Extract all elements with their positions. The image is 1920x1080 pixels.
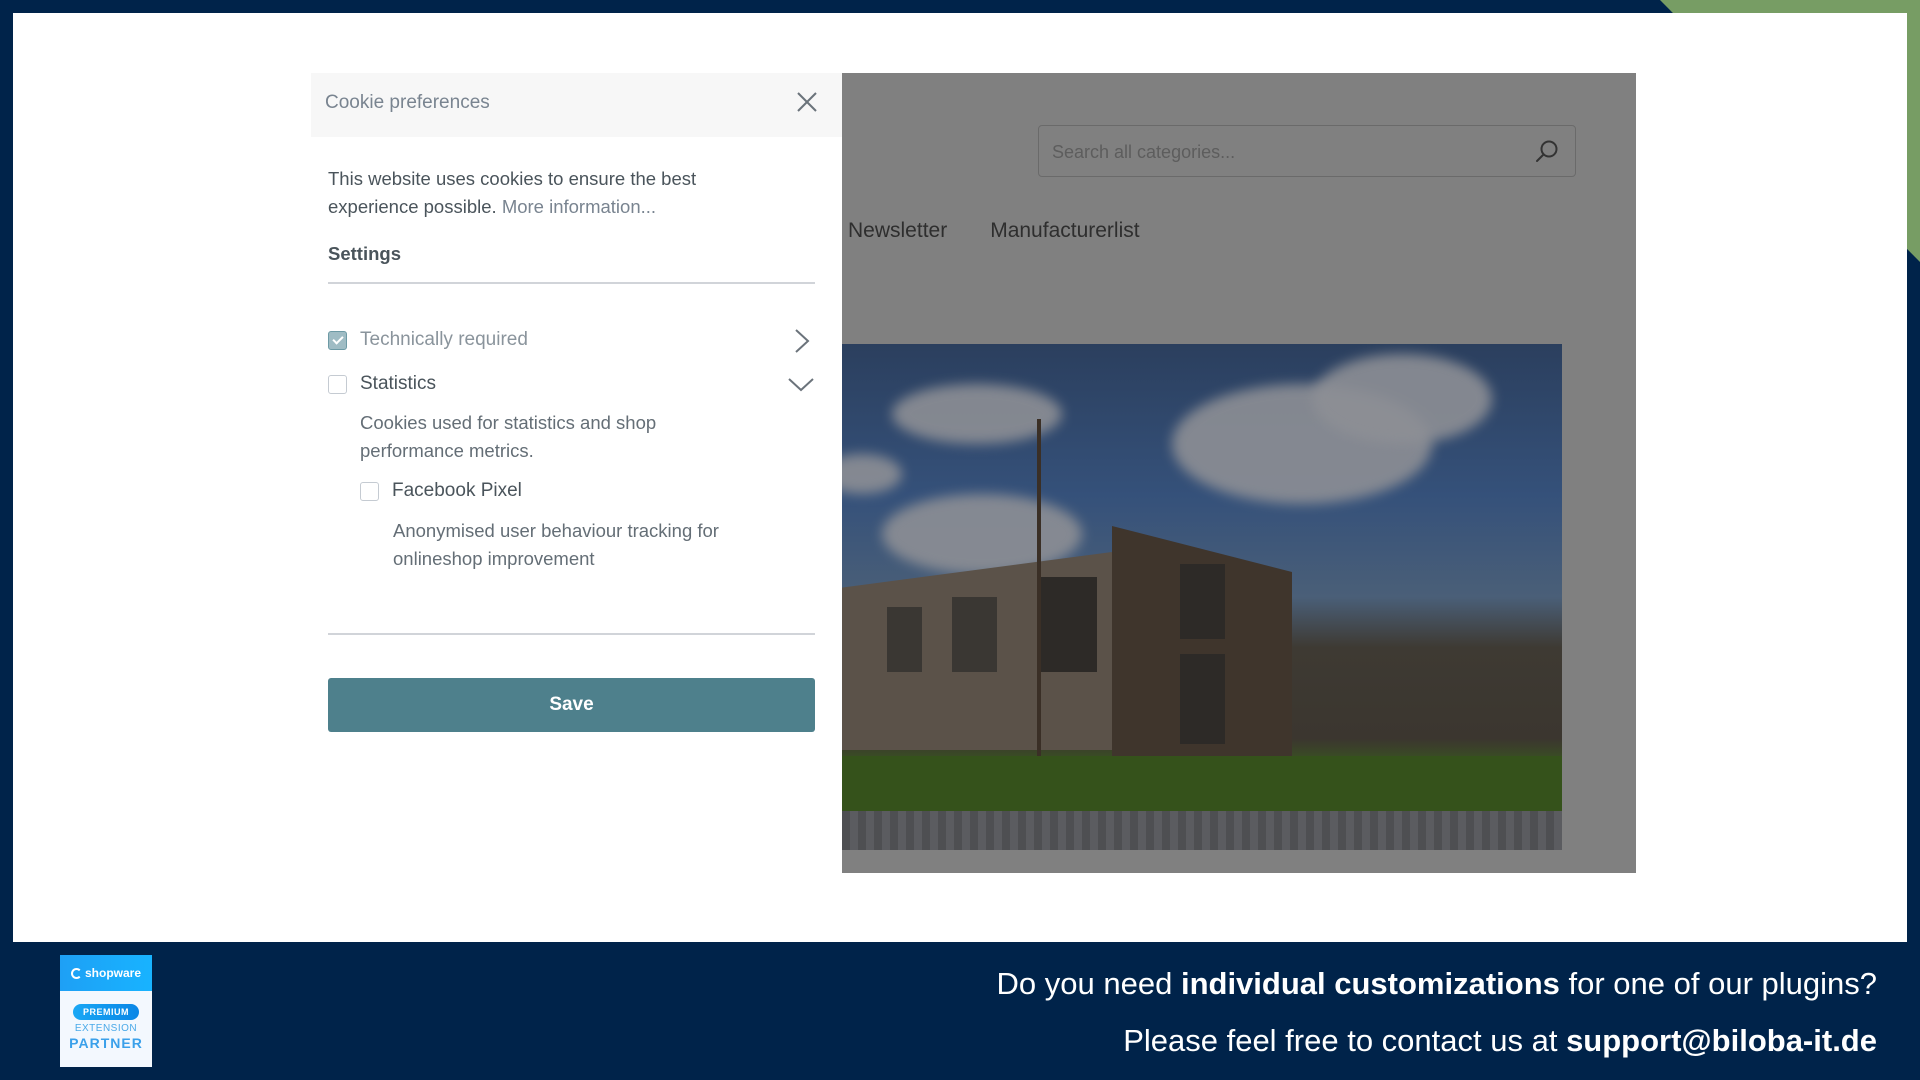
divider [328,282,815,284]
footer-contact-text: Please feel free to contact us at suppor… [1123,1023,1877,1059]
modal-header: Cookie preferences [311,73,842,137]
search-input[interactable]: Search all categories... [1038,125,1576,177]
statistics-checkbox[interactable] [328,375,347,394]
nav-item-manufacturerlist[interactable]: Manufacturerlist [990,219,1139,243]
footer-text: for one of our plugins? [1559,966,1878,1001]
divider [328,633,815,635]
footer-highlight: individual customizations [1180,966,1560,1001]
cookie-intro: This website uses cookies to ensure the … [328,165,768,221]
support-email[interactable]: support@biloba-it.de [1566,1023,1877,1058]
facebook-pixel-checkbox[interactable] [360,482,379,501]
search-placeholder: Search all categories... [1052,142,1236,162]
badge-line2: PARTNER [69,1035,143,1051]
shopware-partner-badge: shopware PREMIUM EXTENSION PARTNER [60,955,152,1067]
modal-title: Cookie preferences [325,92,490,113]
chevron-down-icon[interactable] [787,371,815,399]
footer-customization-text: Do you need individual customizations fo… [997,966,1877,1002]
technically-required-checkbox[interactable] [328,331,347,350]
lawn [842,756,1562,811]
badge-brand: shopware [84,966,141,980]
badge-line1: EXTENSION [74,1023,138,1034]
chevron-right-icon[interactable] [787,327,815,355]
nav-item-newsletter[interactable]: Newsletter [848,219,947,243]
shopware-logo-icon [70,967,82,979]
save-button[interactable]: Save [328,678,815,732]
settings-heading: Settings [328,243,401,264]
main-navigation: Newsletter Manufacturerlist [848,219,1140,243]
pavement [842,811,1562,850]
cookie-preferences-modal: Cookie preferences This website uses coo… [311,73,842,873]
badge-tier: PREMIUM [73,1004,139,1020]
cookie-label: Facebook Pixel [392,480,522,501]
shop-backdrop: Search all categories... Newsletter Manu… [842,73,1636,873]
group-label: Statistics [360,373,437,394]
badge-header: shopware [60,955,152,991]
screenshot-canvas: Search all categories... Newsletter Manu… [13,13,1907,942]
search-icon[interactable] [1533,138,1561,166]
footer-text: Please feel free to contact us at [1123,1023,1567,1058]
group-label: Technically required [360,329,528,350]
statistics-description: Cookies used for statistics and shop per… [360,412,657,461]
building-photo [842,344,1562,850]
facebook-pixel-description: Anonymised user behaviour tracking for o… [393,520,719,569]
close-icon[interactable] [794,89,820,115]
footer-text: Do you need [996,966,1181,1001]
cookie-group-technically-required: Technically required [328,327,815,355]
cookie-group-statistics: Statistics [328,371,815,399]
tree [1037,419,1041,774]
more-information-link[interactable]: More information... [502,196,656,217]
cookie-item-facebook-pixel: Facebook Pixel [360,478,800,506]
